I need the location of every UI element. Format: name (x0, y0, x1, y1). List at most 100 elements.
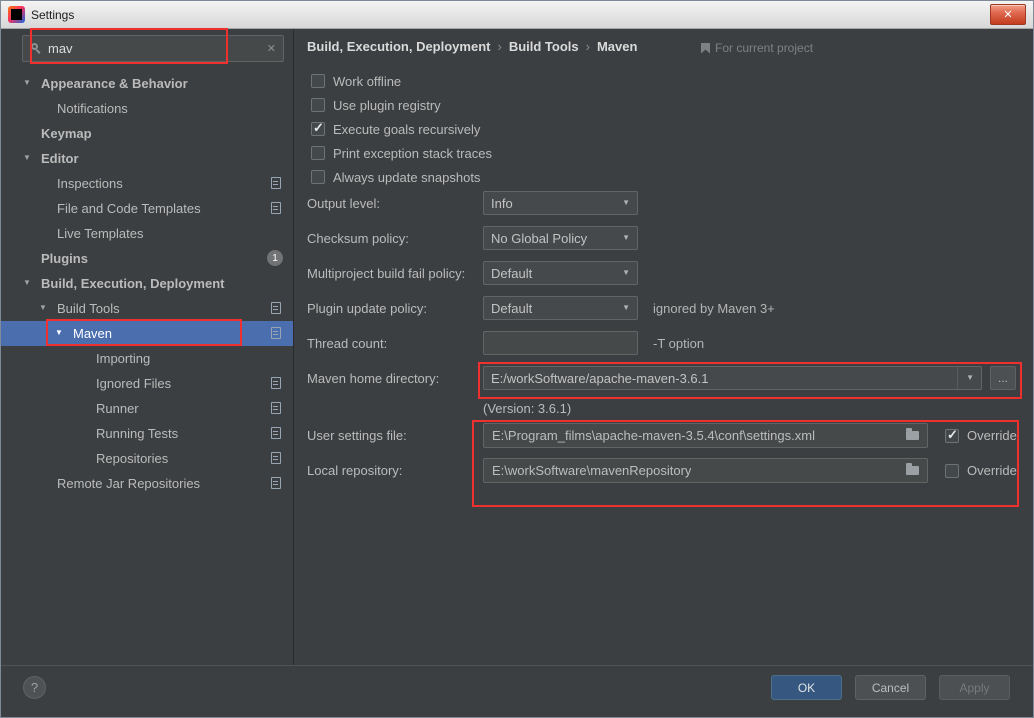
field-label: Local repository: (307, 463, 403, 478)
chevron-down-icon[interactable]: ▼ (23, 154, 31, 162)
tree-label: Runner (96, 401, 139, 416)
sidebar-item-importing[interactable]: Importing (1, 346, 293, 371)
field-value: E:\Program_films\apache-maven-3.5.4\conf… (492, 428, 815, 443)
sidebar-item-build-tools[interactable]: ▼ Build Tools (1, 296, 293, 321)
form-row-output-level: Output level: Info ▼ (307, 191, 1021, 215)
folder-icon[interactable] (906, 428, 919, 440)
checkbox-box[interactable] (311, 74, 325, 88)
tree-label: Build Tools (57, 301, 120, 316)
checkbox-label: Always update snapshots (333, 169, 481, 185)
breadcrumb-item-maven[interactable]: Maven (597, 39, 637, 54)
tree-label: Inspections (57, 176, 123, 191)
selected-value: Default (491, 300, 533, 316)
for-current-project-label: For current project (701, 41, 813, 55)
field-hint: -T option (653, 335, 705, 351)
folder-icon[interactable] (906, 463, 919, 475)
thread-count-input[interactable] (483, 331, 638, 355)
checkbox-work-offline[interactable]: Work offline (311, 69, 492, 93)
chevron-down-icon[interactable]: ▼ (55, 329, 63, 337)
checkbox-label: Print exception stack traces (333, 145, 492, 161)
page-icon (271, 452, 281, 464)
checkbox-always-update-snapshots[interactable]: Always update snapshots (311, 165, 492, 189)
sidebar-item-notifications[interactable]: Notifications (1, 96, 293, 121)
field-label: Plugin update policy: (307, 300, 427, 316)
window-title: Settings (31, 7, 75, 22)
sidebar-item-remote-jar-repositories[interactable]: Remote Jar Repositories (1, 471, 293, 496)
breadcrumb-separator: › (585, 39, 590, 54)
form-row-checksum-policy: Checksum policy: No Global Policy ▼ (307, 226, 1021, 250)
override-user-settings-checkbox[interactable]: Override (945, 427, 1017, 443)
tree-label: Remote Jar Repositories (57, 476, 201, 491)
checkbox-box[interactable] (945, 463, 959, 478)
form-row-plugin-update-policy: Plugin update policy: Default ▼ ignored … (307, 296, 1021, 320)
ok-button[interactable]: OK (771, 675, 842, 700)
user-settings-file-input[interactable]: E:\Program_films\apache-maven-3.5.4\conf… (483, 423, 928, 448)
breadcrumb-separator: › (497, 39, 502, 54)
chevron-down-icon[interactable]: ▼ (23, 279, 31, 287)
output-level-select[interactable]: Info ▼ (483, 191, 638, 215)
chevron-down-icon[interactable]: ▼ (39, 304, 47, 312)
breadcrumb-item-build-execution-deployment[interactable]: Build, Execution, Deployment (307, 39, 490, 54)
checkbox-box[interactable] (945, 427, 959, 443)
maven-form: Output level: Info ▼ Checksum policy: No… (307, 191, 1021, 401)
sidebar-item-keymap[interactable]: Keymap (1, 121, 293, 146)
checkbox-box[interactable] (311, 98, 325, 112)
search-icon (30, 42, 43, 55)
sidebar-item-appearance-behavior[interactable]: ▼ Appearance & Behavior (1, 71, 293, 96)
sidebar-item-editor[interactable]: ▼ Editor (1, 146, 293, 171)
local-repository-input[interactable]: E:\workSoftware\mavenRepository (483, 458, 928, 483)
selected-value: E:/workSoftware/apache-maven-3.6.1 (491, 370, 709, 386)
form-row-local-repository: Local repository: E:\workSoftware\mavenR… (307, 458, 1021, 483)
sidebar-item-file-and-code-templates[interactable]: File and Code Templates (1, 196, 293, 221)
checksum-policy-select[interactable]: No Global Policy ▼ (483, 226, 638, 250)
cancel-button[interactable]: Cancel (855, 675, 926, 700)
help-button[interactable]: ? (23, 676, 46, 699)
sidebar-item-maven[interactable]: ▼ Maven (1, 321, 293, 346)
checkbox-use-plugin-registry[interactable]: Use plugin registry (311, 93, 492, 117)
tree-label: Plugins (41, 251, 88, 266)
dialog-buttons: OK Cancel Apply (771, 675, 1010, 700)
multiproject-build-fail-policy-select[interactable]: Default ▼ (483, 261, 638, 285)
checkbox-box[interactable] (311, 146, 325, 160)
sidebar-item-live-templates[interactable]: Live Templates (1, 221, 293, 246)
field-label: Maven home directory: (307, 370, 440, 386)
checkbox-print-exception-stack-traces[interactable]: Print exception stack traces (311, 141, 492, 165)
sidebar-item-ignored-files[interactable]: Ignored Files (1, 371, 293, 396)
settings-tree: ▼ Appearance & Behavior Notifications Ke… (1, 71, 293, 665)
project-scope-icon (701, 42, 710, 54)
override-local-repository-checkbox[interactable]: Override (945, 463, 1017, 478)
clear-search-icon[interactable]: ✕ (267, 42, 276, 55)
chevron-down-icon: ▼ (622, 303, 630, 312)
breadcrumb-item-build-tools[interactable]: Build Tools (509, 39, 579, 54)
intellij-logo-icon (8, 6, 25, 23)
settings-window: Settings ✕ ✕ ▼ Appearance & Behavior Not… (0, 0, 1034, 718)
maven-home-directory-combo[interactable]: E:/workSoftware/apache-maven-3.6.1 ▼ (483, 366, 982, 390)
checkbox-label: Override (967, 463, 1017, 478)
sidebar-item-repositories[interactable]: Repositories (1, 446, 293, 471)
field-label: User settings file: (307, 428, 407, 443)
checkbox-execute-goals-recursively[interactable]: Execute goals recursively (311, 117, 492, 141)
plugin-update-policy-select[interactable]: Default ▼ (483, 296, 638, 320)
chevron-down-icon[interactable]: ▼ (23, 79, 31, 87)
form-row-maven-home-directory: Maven home directory: E:/workSoftware/ap… (307, 366, 1021, 390)
apply-button[interactable]: Apply (939, 675, 1010, 700)
field-value: E:\workSoftware\mavenRepository (492, 463, 692, 478)
sidebar-item-plugins[interactable]: Plugins 1 (1, 246, 293, 271)
sidebar-item-runner[interactable]: Runner (1, 396, 293, 421)
close-button[interactable]: ✕ (990, 4, 1026, 25)
search-box[interactable]: ✕ (22, 35, 284, 62)
checkbox-label: Use plugin registry (333, 97, 441, 113)
sidebar-item-inspections[interactable]: Inspections (1, 171, 293, 196)
browse-button[interactable]: ... (990, 366, 1016, 390)
chevron-down-icon: ▼ (622, 233, 630, 242)
search-input[interactable] (48, 41, 262, 56)
checkbox-box[interactable] (311, 120, 325, 136)
maven-settings-panel: Build, Execution, Deployment › Build Too… (295, 29, 1033, 665)
sidebar-item-running-tests[interactable]: Running Tests (1, 421, 293, 446)
sidebar-item-build-execution-deployment[interactable]: ▼ Build, Execution, Deployment (1, 271, 293, 296)
checkbox-box[interactable] (311, 170, 325, 184)
tree-label: Notifications (57, 101, 128, 116)
combo-dropdown-button[interactable]: ▼ (957, 367, 974, 389)
page-icon (271, 202, 281, 214)
tree-label: File and Code Templates (57, 201, 201, 216)
